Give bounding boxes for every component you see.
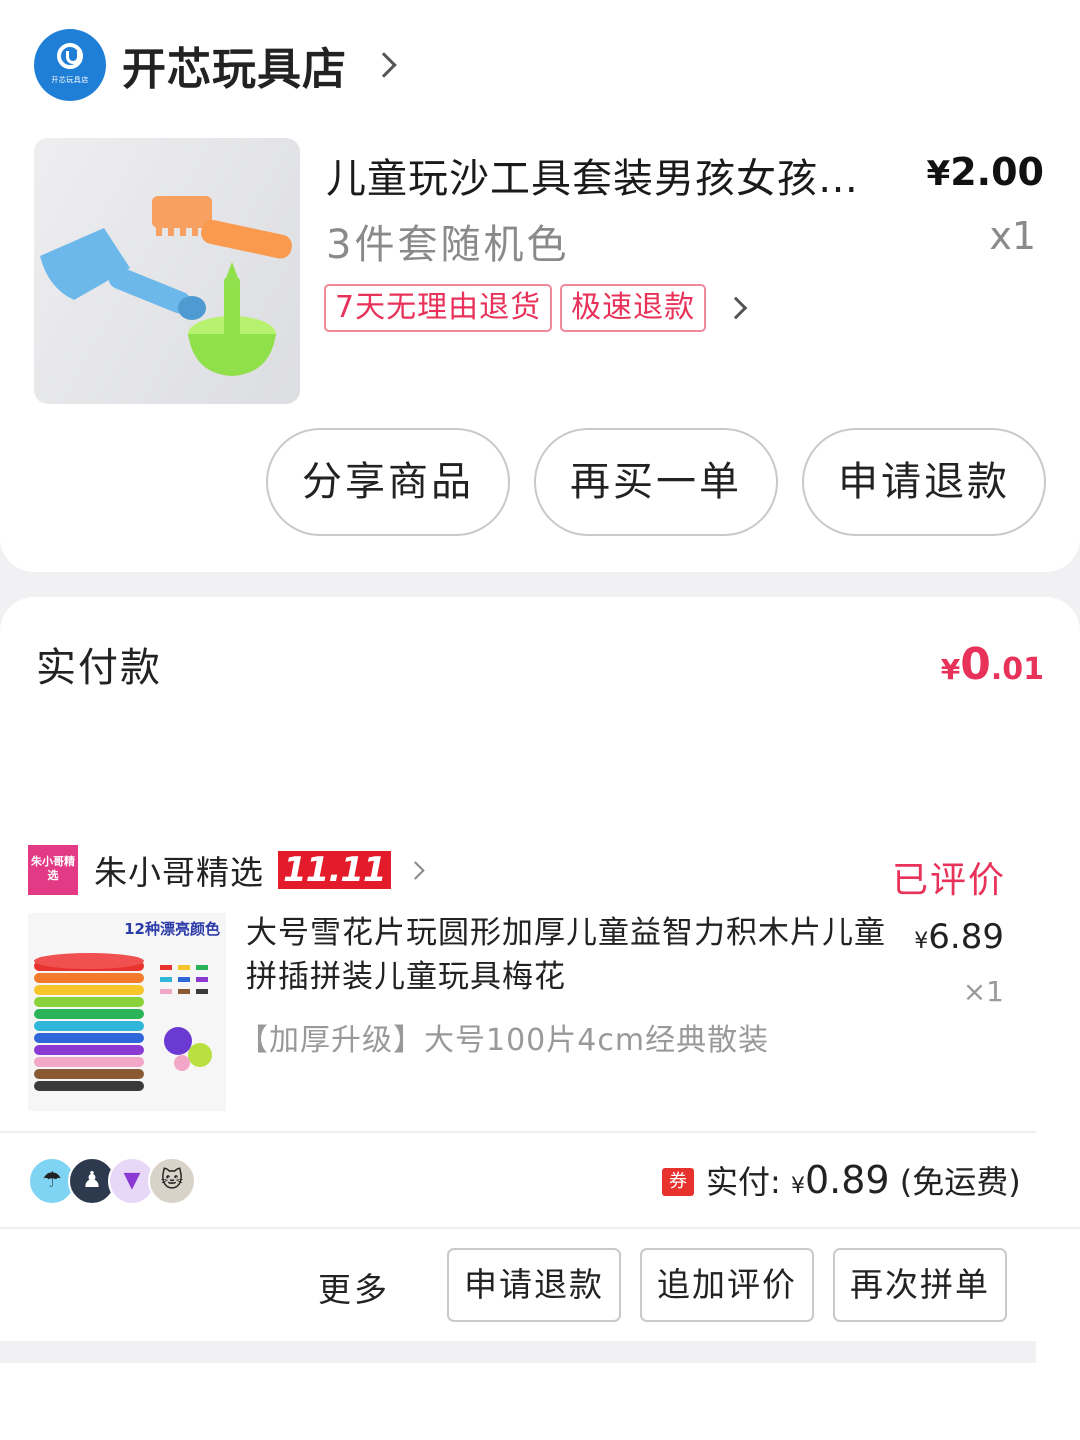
actual-paid-amount: 0.89 <box>804 1158 890 1202</box>
avatar: 🐱 <box>148 1157 196 1205</box>
divider <box>0 1131 1036 1133</box>
payment-card: 实付款 ¥0.01 朱小哥精选 朱小哥精选 11.11 已评价 12种漂亮颜色 <box>0 597 1080 1440</box>
product2-price-value: 6.89 <box>928 917 1004 957</box>
shop2-header[interactable]: 朱小哥精选 朱小哥精选 11.11 <box>28 845 425 895</box>
buy-again-button[interactable]: 再买一单 <box>534 428 778 536</box>
currency-symbol: ¥ <box>940 653 961 686</box>
chevron-right-icon[interactable] <box>724 296 748 320</box>
paid-amount-label: 实付款 <box>36 645 162 691</box>
product-image[interactable] <box>34 138 300 404</box>
product2-title[interactable]: 大号雪花片玩圆形加厚儿童益智力积木片儿童拼插拼装儿童玩具梅花 <box>246 911 886 999</box>
order2-actions: 申请退款 追加评价 再次拼单 <box>447 1248 1026 1322</box>
section-gap <box>0 1341 1036 1363</box>
product-quantity: x1 <box>989 214 1036 258</box>
price-decimal: .00 <box>976 150 1044 194</box>
divider <box>0 1227 1080 1229</box>
more-button[interactable]: 更多 <box>318 1263 390 1311</box>
actual-paid: 实付: ¥0.89 (免运费) <box>706 1157 1021 1203</box>
product-price: ¥2.00 <box>927 150 1044 194</box>
regroup-button[interactable]: 再次拼单 <box>833 1248 1007 1322</box>
paid-amount: ¥0.01 <box>941 639 1044 690</box>
product-spec: 3件套随机色 <box>326 222 570 268</box>
service-tags[interactable]: 7天无理由退货 极速退款 <box>324 284 748 332</box>
product-title[interactable]: 儿童玩沙工具套装男孩女孩… <box>326 146 876 204</box>
shop-logo-text: 开芯玩具店 <box>51 76 89 84</box>
tag-7day-return: 7天无理由退货 <box>324 284 553 332</box>
image-caption: 12种漂亮颜色 <box>124 920 220 938</box>
chevron-right-icon[interactable] <box>405 860 425 880</box>
order-status: 已评价 <box>891 860 1006 901</box>
shop2-logo: 朱小哥精选 <box>28 845 78 895</box>
shop-logo: 开芯玩具店 <box>34 29 106 101</box>
group-members[interactable]: ☂ ♟ ▼ 🐱 <box>28 1157 196 1205</box>
snowflake-blocks-illustration <box>34 953 212 1091</box>
price-int: 2 <box>950 150 977 194</box>
product2-price: ¥6.89 <box>914 917 1004 957</box>
shop-header[interactable]: 开芯玩具店 开芯玩具店 <box>34 28 397 102</box>
paid-amount-decimal: .01 <box>990 652 1044 687</box>
currency-symbol: ¥ <box>926 154 951 194</box>
product2-image[interactable]: 12种漂亮颜色 <box>28 913 226 1111</box>
actual-paid-label: 实付: <box>706 1163 781 1201</box>
flower-icon <box>57 43 83 69</box>
shop-name[interactable]: 开芯玩具店 <box>122 33 347 97</box>
currency-symbol: ¥ <box>914 929 929 954</box>
product2-spec: 【加厚升级】大号100片4cm经典散装 <box>238 1023 770 1058</box>
share-product-button[interactable]: 分享商品 <box>266 428 510 536</box>
cat-icon: 🐱 <box>160 1168 184 1193</box>
paid-amount-int: 0 <box>960 639 991 690</box>
request-refund-button[interactable]: 申请退款 <box>447 1248 621 1322</box>
shop2-name[interactable]: 朱小哥精选 <box>94 846 264 894</box>
double-eleven-badge: 11.11 <box>278 851 391 889</box>
request-refund-button[interactable]: 申请退款 <box>802 428 1046 536</box>
currency-symbol: ¥ <box>790 1174 805 1199</box>
shipping-note: (免运费) <box>899 1163 1021 1201</box>
sand-toys-illustration <box>40 196 292 376</box>
order-card-1: 开芯玩具店 开芯玩具店 儿童玩沙工具套装男孩女孩… ¥2.00 3件套随机色 x… <box>0 0 1080 572</box>
chevron-right-icon[interactable] <box>371 52 397 78</box>
product2-quantity: ×1 <box>962 975 1004 1008</box>
coupon-icon: 券 <box>662 1168 694 1196</box>
tag-fast-refund: 极速退款 <box>560 284 707 332</box>
order-actions: 分享商品 再买一单 申请退款 <box>266 428 1070 536</box>
add-review-button[interactable]: 追加评价 <box>640 1248 814 1322</box>
